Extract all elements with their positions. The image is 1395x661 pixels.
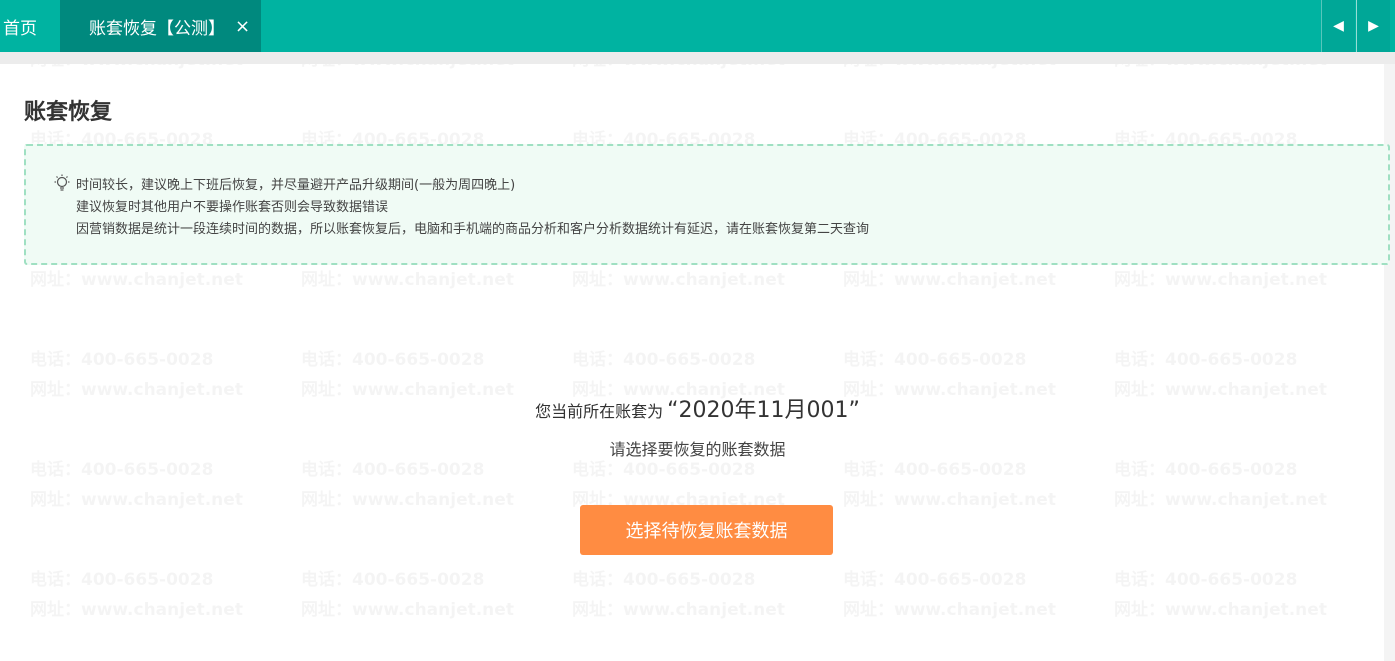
watermark-site: 网址：www.chanjet.net bbox=[30, 595, 243, 625]
watermark-site: 网址：www.chanjet.net bbox=[301, 265, 514, 295]
watermark-site: 网址：www.chanjet.net bbox=[301, 485, 514, 515]
notice-line: 因营销数据是统计一段连续时间的数据，所以账套恢复后，电脑和手机端的商品分析和客户… bbox=[76, 222, 870, 237]
select-prompt: 请选择要恢复的账套数据 bbox=[609, 440, 786, 459]
lightbulb-icon bbox=[54, 174, 70, 191]
watermark-phone: 电话：400-665-0028 bbox=[572, 565, 755, 595]
watermark-phone: 电话：400-665-0028 bbox=[1114, 565, 1297, 595]
watermark-phone: 电话：400-665-0028 bbox=[572, 345, 755, 375]
tab-home-label: 首页 bbox=[3, 18, 37, 39]
close-icon[interactable]: × bbox=[235, 16, 250, 37]
tab-bar: 首页 账套恢复【公测】 × ◀ ▶ bbox=[0, 0, 1395, 52]
page-title: 账套恢复 bbox=[24, 100, 113, 125]
watermark-site: 网址：www.chanjet.net bbox=[843, 485, 1056, 515]
notice-line: 建议恢复时其他用户不要操作账套否则会导致数据错误 bbox=[76, 200, 389, 215]
header-divider bbox=[0, 52, 1395, 64]
notice-line: 时间较长，建议晚上下班后恢复，并尽量避开产品升级期间(一般为周四晚上) bbox=[76, 178, 516, 193]
watermark-site: 网址：www.chanjet.net bbox=[1114, 595, 1327, 625]
watermark-phone: 电话：400-665-0028 bbox=[30, 345, 213, 375]
tab-scroll-right-button[interactable]: ▶ bbox=[1356, 0, 1390, 52]
watermark-site: 网址：www.chanjet.net bbox=[301, 595, 514, 625]
notice-box: 时间较长，建议晚上下班后恢复，并尽量避开产品升级期间(一般为周四晚上) 建议恢复… bbox=[24, 144, 1390, 265]
watermark-phone: 电话：400-665-0028 bbox=[1114, 345, 1297, 375]
tab-home[interactable]: 首页 bbox=[0, 0, 60, 52]
watermark-phone: 电话：400-665-0028 bbox=[301, 565, 484, 595]
caret-right-icon: ▶ bbox=[1368, 18, 1379, 34]
tab-scroll-left-button[interactable]: ◀ bbox=[1321, 0, 1355, 52]
watermark-site: 网址：www.chanjet.net bbox=[30, 485, 243, 515]
current-account-set-prefix: 您当前所在账套为 bbox=[535, 402, 664, 421]
watermark-site: 网址：www.chanjet.net bbox=[843, 265, 1056, 295]
watermark-site: 网址：www.chanjet.net bbox=[572, 595, 785, 625]
watermark-site: 网址：www.chanjet.net bbox=[1114, 265, 1327, 295]
watermark-phone: 电话：400-665-0028 bbox=[843, 345, 1026, 375]
current-account-set: 您当前所在账套为 “2020年11月001” bbox=[0, 392, 1395, 424]
watermark-phone: 电话：400-665-0028 bbox=[301, 345, 484, 375]
watermark-layer: 电话：400-665-0028网址：www.chanjet.net电话：400-… bbox=[0, 0, 1395, 661]
watermark-phone: 电话：400-665-0028 bbox=[843, 565, 1026, 595]
select-restore-data-button[interactable]: 选择待恢复账套数据 bbox=[580, 505, 833, 555]
watermark-site: 网址：www.chanjet.net bbox=[572, 265, 785, 295]
watermark-site: 网址：www.chanjet.net bbox=[1114, 485, 1327, 515]
caret-left-icon: ◀ bbox=[1333, 18, 1344, 34]
tab-account-restore-label: 账套恢复【公测】 bbox=[89, 18, 225, 39]
watermark-phone: 电话：400-665-0028 bbox=[30, 565, 213, 595]
current-account-set-name: “2020年11月001” bbox=[667, 398, 860, 423]
watermark-site: 网址：www.chanjet.net bbox=[30, 265, 243, 295]
watermark-site: 网址：www.chanjet.net bbox=[843, 595, 1056, 625]
tab-account-restore[interactable]: 账套恢复【公测】 × bbox=[60, 0, 261, 52]
